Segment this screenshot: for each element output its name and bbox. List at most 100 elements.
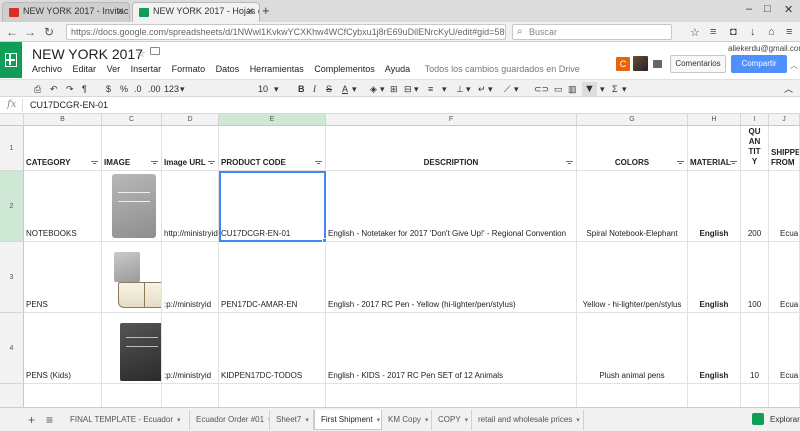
- filter-icon[interactable]: [566, 161, 573, 165]
- row-header-4[interactable]: 4: [0, 313, 24, 384]
- table-cell[interactable]: [219, 384, 326, 407]
- menu-ayuda[interactable]: Ayuda: [385, 64, 410, 74]
- table-cell[interactable]: [741, 384, 769, 407]
- chevron-down-icon[interactable]: ▾: [622, 82, 627, 96]
- reload-icon[interactable]: ↻: [44, 25, 54, 39]
- bold-icon[interactable]: B: [298, 82, 305, 96]
- browser-search-input[interactable]: ⌕ Buscar: [512, 24, 672, 40]
- header-cell-shipped-from[interactable]: SHIPPE FROM: [769, 126, 800, 171]
- table-cell[interactable]: [326, 384, 577, 407]
- fill-color-icon[interactable]: ◈: [370, 82, 377, 96]
- save-status[interactable]: Todos los cambios guardados en Drive: [425, 64, 580, 74]
- avatar[interactable]: [633, 56, 648, 71]
- filter-icon[interactable]: [91, 161, 98, 165]
- merge-icon[interactable]: ⊟: [404, 82, 412, 96]
- forward-icon[interactable]: →: [24, 25, 36, 39]
- table-cell[interactable]: http://ministryid: [162, 171, 219, 242]
- reading-list-icon[interactable]: ≡: [710, 26, 716, 38]
- chevron-down-icon[interactable]: ▾: [442, 82, 447, 96]
- header-cell-quantity[interactable]: QU AN TIT Y: [741, 126, 769, 171]
- header-cell-colors[interactable]: COLORS: [577, 126, 688, 171]
- chevron-down-icon[interactable]: ▾: [466, 82, 471, 96]
- table-cell-image[interactable]: [102, 313, 162, 384]
- table-cell[interactable]: [688, 384, 741, 407]
- header-cell-image-url[interactable]: Image URL: [162, 126, 219, 171]
- chart-icon[interactable]: ▥: [568, 82, 577, 96]
- row-header-3[interactable]: 3: [0, 242, 24, 313]
- functions-icon[interactable]: Σ: [612, 82, 618, 96]
- comments-button[interactable]: Comentarios: [670, 55, 726, 73]
- chevron-down-icon[interactable]: ▾: [576, 417, 580, 424]
- table-cell[interactable]: PENS: [24, 242, 102, 313]
- more-formats-button[interactable]: 123: [164, 82, 179, 96]
- filter-icon[interactable]: [151, 161, 158, 165]
- row-header-5[interactable]: [0, 384, 24, 407]
- header-cell-description[interactable]: DESCRIPTION: [326, 126, 577, 171]
- rotate-icon[interactable]: ⟋: [504, 82, 510, 96]
- menu-icon[interactable]: ≡: [786, 26, 792, 38]
- minimize-icon[interactable]: –: [746, 3, 752, 15]
- table-cell[interactable]: Ecua: [769, 171, 800, 242]
- close-icon[interactable]: ✕: [116, 6, 124, 17]
- table-cell[interactable]: PENS (Kids): [24, 313, 102, 384]
- chevron-down-icon[interactable]: ▾: [514, 82, 519, 96]
- column-header-g[interactable]: G: [577, 114, 688, 126]
- table-cell[interactable]: CU17DCGR-EN-01: [219, 171, 326, 242]
- url-input[interactable]: https://docs.google.com/spreadsheets/d/1…: [66, 24, 506, 40]
- undo-icon[interactable]: ↶: [50, 82, 58, 96]
- menu-ver[interactable]: Ver: [107, 64, 121, 74]
- home-icon[interactable]: ⌂: [768, 26, 775, 38]
- row-header-1[interactable]: 1: [0, 126, 24, 171]
- menu-datos[interactable]: Datos: [216, 64, 240, 74]
- table-cell[interactable]: English: [688, 171, 741, 242]
- chevron-down-icon[interactable]: ▾: [488, 82, 493, 96]
- user-initial-badge[interactable]: C: [616, 57, 630, 71]
- column-header-c[interactable]: C: [102, 114, 162, 126]
- chevron-down-icon[interactable]: ▾: [274, 82, 279, 96]
- increase-decimal-button[interactable]: .00: [148, 82, 161, 96]
- all-sheets-icon[interactable]: ≡: [46, 413, 53, 427]
- new-tab-button[interactable]: +: [262, 3, 270, 18]
- formula-input[interactable]: CU17DCGR-EN-01: [30, 100, 108, 110]
- header-cell-product-code[interactable]: PRODUCT CODE: [219, 126, 326, 171]
- borders-icon[interactable]: ⊞: [390, 82, 398, 96]
- wrap-icon[interactable]: ↵: [478, 82, 486, 96]
- row-header-2[interactable]: 2: [0, 171, 24, 242]
- table-cell[interactable]: English - KIDS - 2017 RC Pen SET of 12 A…: [326, 313, 577, 384]
- sheet-tab-sheet7[interactable]: Sheet7 ▾: [270, 410, 314, 430]
- sheet-tab-km-copy[interactable]: KM Copy ▾: [382, 410, 432, 430]
- table-cell-image[interactable]: [102, 171, 162, 242]
- menu-insertar[interactable]: Insertar: [131, 64, 162, 74]
- bookmark-star-icon[interactable]: ☆: [690, 26, 700, 39]
- table-cell[interactable]: [162, 384, 219, 407]
- paint-format-icon[interactable]: ¶: [82, 82, 87, 96]
- decrease-decimal-button[interactable]: .0: [134, 82, 142, 96]
- maximize-icon[interactable]: □: [764, 3, 771, 15]
- menu-herramientas[interactable]: Herramientas: [250, 64, 304, 74]
- table-cell[interactable]: :p://ministryid: [162, 313, 219, 384]
- chevron-down-icon[interactable]: ▾: [465, 417, 469, 424]
- column-header-i[interactable]: I: [741, 114, 769, 126]
- browser-tab-sheets[interactable]: NEW YORK 2017 - Hojas d... ✕: [132, 2, 260, 22]
- header-cell-material[interactable]: MATERIAL: [688, 126, 741, 171]
- menu-editar[interactable]: Editar: [73, 64, 97, 74]
- column-header-f[interactable]: F: [326, 114, 577, 126]
- menu-formato[interactable]: Formato: [172, 64, 206, 74]
- table-cell[interactable]: :p://ministryid: [162, 242, 219, 313]
- table-cell[interactable]: English: [688, 242, 741, 313]
- column-header-h[interactable]: H: [688, 114, 741, 126]
- currency-button[interactable]: $: [106, 82, 111, 96]
- chevron-down-icon[interactable]: ▾: [177, 417, 181, 424]
- filter-icon[interactable]: [730, 161, 737, 165]
- valign-icon[interactable]: ⊥: [456, 82, 464, 96]
- percent-button[interactable]: %: [120, 82, 128, 96]
- table-cell[interactable]: English: [688, 313, 741, 384]
- table-cell[interactable]: 10: [741, 313, 769, 384]
- sheets-logo[interactable]: [0, 42, 22, 78]
- select-all-corner[interactable]: [0, 114, 24, 126]
- sheet-tab-retail-prices[interactable]: retail and wholesale prices ▾: [472, 410, 584, 430]
- column-header-e[interactable]: E: [219, 114, 326, 126]
- filter-icon[interactable]: [315, 161, 322, 165]
- header-cell-image[interactable]: IMAGE: [102, 126, 162, 171]
- table-cell[interactable]: KIDPEN17DC-TODOS: [219, 313, 326, 384]
